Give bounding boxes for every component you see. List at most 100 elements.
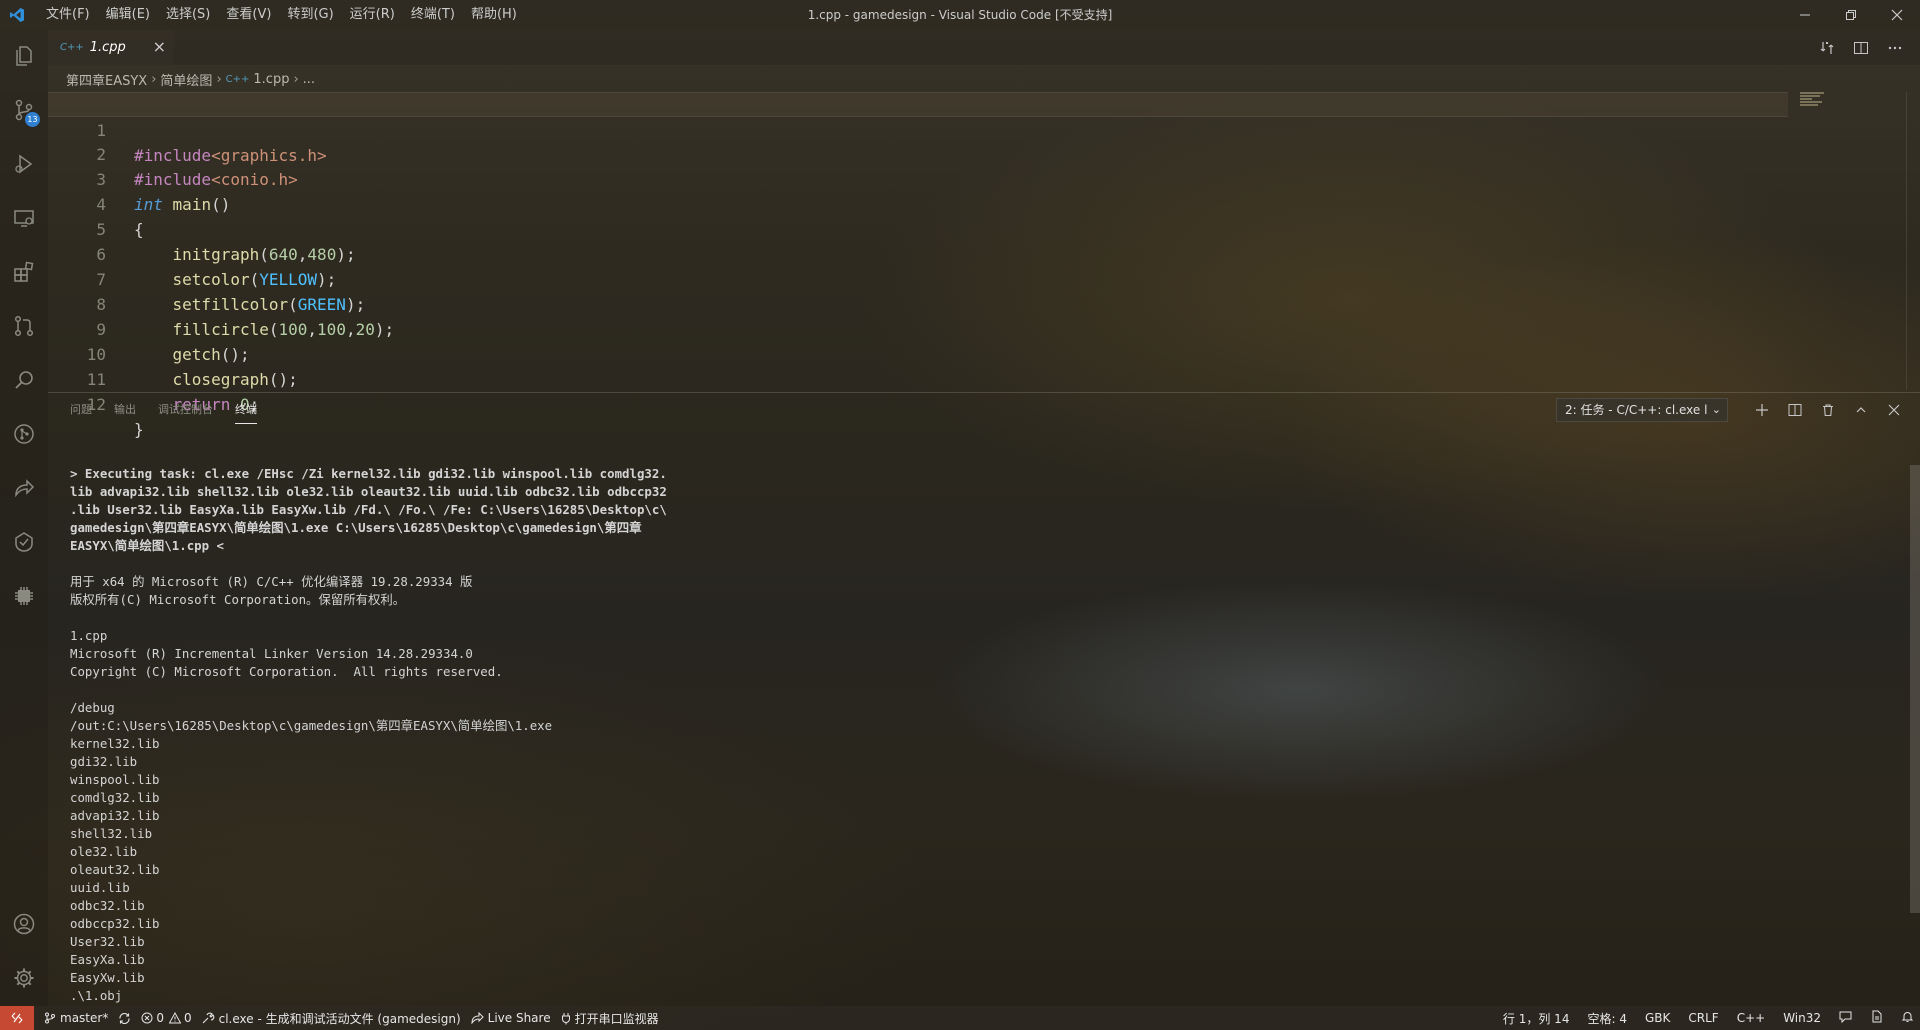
tab-output[interactable]: 输出	[114, 393, 136, 427]
code-line[interactable]: 11 return 0;	[48, 342, 1788, 414]
code-line[interactable]: 1 #include<graphics.h>	[48, 92, 1788, 165]
problems-status[interactable]: 0 0	[141, 1011, 192, 1025]
notifications-button[interactable]	[1901, 1010, 1914, 1026]
copy-status-button[interactable]	[1870, 1010, 1883, 1026]
terminal-line: > Executing task: cl.exe /EHsc /Zi kerne…	[70, 466, 667, 481]
terminal-line: winspool.lib	[70, 772, 160, 787]
code-line[interactable]: 9 getch();	[48, 292, 1788, 364]
code-line[interactable]: 3 int main()	[48, 142, 1788, 214]
extensions-button[interactable]	[0, 248, 48, 296]
encoding[interactable]: GBK	[1645, 1011, 1670, 1025]
pull-requests-button[interactable]	[0, 302, 48, 350]
platformio-button[interactable]	[0, 572, 48, 620]
menu-run[interactable]: 运行(R)	[342, 0, 403, 30]
code-line[interactable]: 6 setcolor(YELLOW);	[48, 217, 1788, 289]
chevron-right-icon: ›	[151, 71, 157, 87]
kill-terminal-button[interactable]	[1811, 397, 1844, 423]
split-editor-button[interactable]	[1844, 30, 1878, 65]
terminal-line: EasyXw.lib	[70, 970, 145, 985]
menu-file[interactable]: 文件(F)	[38, 0, 98, 30]
indentation[interactable]: 空格: 4	[1587, 1010, 1627, 1027]
branch-name: master*	[60, 1011, 109, 1025]
terminal-scrollbar[interactable]	[1910, 465, 1920, 913]
panel-tabs: 问题 输出 调试控制台 终端	[70, 393, 279, 427]
ellipsis-icon	[1888, 46, 1902, 49]
menu-selection[interactable]: 选择(S)	[158, 0, 218, 30]
terminal-line: User32.lib	[70, 934, 145, 949]
tools-icon	[202, 1012, 214, 1024]
code-line[interactable]: 2 #include<conio.h>	[48, 117, 1788, 189]
menu-edit[interactable]: 编辑(E)	[98, 0, 158, 30]
status-bar: master* 0 0 cl.exe - 生成和调试活动文件 (gamedesi…	[0, 1006, 1920, 1030]
remote-explorer-button[interactable]	[0, 194, 48, 242]
breadcrumb-folder-chapter[interactable]: 第四章EASYX	[66, 70, 147, 89]
language-mode[interactable]: C++	[1737, 1011, 1766, 1025]
more-actions-button[interactable]	[1878, 30, 1912, 65]
terminal-output[interactable]: > Executing task: cl.exe /EHsc /Zi kerne…	[70, 465, 770, 1005]
vscode-logo-icon[interactable]	[0, 0, 34, 30]
maximize-panel-button[interactable]	[1844, 397, 1877, 423]
tab-close-button[interactable]: ×	[153, 38, 166, 56]
branch-status[interactable]: master*	[44, 1011, 108, 1025]
menu-help[interactable]: 帮助(H)	[463, 0, 525, 30]
terminal-line: /debug	[70, 700, 115, 715]
error-icon	[141, 1012, 153, 1024]
cursor-position[interactable]: 行 1，列 14	[1503, 1010, 1570, 1027]
close-window-button[interactable]	[1874, 0, 1920, 30]
minimap[interactable]	[1800, 92, 1830, 112]
new-terminal-button[interactable]	[1745, 397, 1778, 423]
cpp-file-icon: C++	[225, 73, 250, 85]
code-line[interactable]: 10 closegraph();	[48, 317, 1788, 389]
minimize-icon	[1800, 14, 1810, 16]
editor-scrollbar[interactable]	[1906, 92, 1920, 390]
tab-debug-console[interactable]: 调试控制台	[158, 393, 213, 427]
code-line[interactable]: 5 initgraph(640,480);	[48, 192, 1788, 264]
tab-problems[interactable]: 问题	[70, 393, 92, 427]
menu-terminal[interactable]: 终端(T)	[403, 0, 463, 30]
explorer-button[interactable]	[0, 32, 48, 80]
panel-actions	[1745, 397, 1910, 423]
serial-monitor-status[interactable]: 打开串口监视器	[561, 1010, 659, 1027]
close-panel-button[interactable]	[1877, 397, 1910, 423]
sync-button[interactable]	[118, 1012, 131, 1025]
code-line[interactable]: 8 fillcircle(100,100,20);	[48, 267, 1788, 339]
code-editor[interactable]: 1 #include<graphics.h> 2 #include<conio.…	[48, 92, 1920, 439]
terminal-line: /out:C:\Users\16285\Desktop\c\gamedesign…	[70, 718, 553, 733]
search-button[interactable]	[0, 356, 48, 404]
minimize-button[interactable]	[1782, 0, 1828, 30]
source-control-button[interactable]: 13	[0, 86, 48, 134]
feedback-button[interactable]	[1839, 1010, 1852, 1026]
compare-changes-button[interactable]	[1810, 30, 1844, 65]
terminal-select-value: 2: 任务 - C/C++: cl.exe l	[1565, 403, 1708, 417]
menu-go[interactable]: 转到(G)	[279, 0, 341, 30]
terminal-select-dropdown[interactable]: 2: 任务 - C/C++: cl.exe l ⌄	[1556, 398, 1728, 422]
restore-icon	[1846, 10, 1856, 20]
tab-terminal[interactable]: 终端	[235, 397, 257, 424]
tab-1-cpp[interactable]: C++ 1.cpp ×	[48, 30, 174, 65]
run-debug-button[interactable]	[0, 140, 48, 188]
split-terminal-button[interactable]	[1778, 397, 1811, 423]
chevron-up-icon	[1856, 407, 1865, 413]
platform-config[interactable]: Win32	[1783, 1011, 1821, 1025]
menu-view[interactable]: 查看(V)	[218, 0, 279, 30]
code-line[interactable]: 7 setfillcolor(GREEN);	[48, 242, 1788, 314]
git-graph-button[interactable]	[0, 410, 48, 458]
status-bar-right: 行 1，列 14 空格: 4 GBK CRLF C++ Win32	[1485, 1006, 1914, 1030]
code-line[interactable]: 4 {	[48, 167, 1788, 239]
settings-button[interactable]	[0, 954, 48, 1002]
live-share-status[interactable]: Live Share	[471, 1011, 551, 1025]
remote-indicator-button[interactable]	[0, 1006, 34, 1030]
restore-button[interactable]	[1828, 0, 1874, 30]
breadcrumb-symbols[interactable]: ...	[303, 72, 315, 87]
accounts-button[interactable]	[0, 900, 48, 948]
testing-button[interactable]	[0, 518, 48, 566]
end-of-line[interactable]: CRLF	[1688, 1011, 1718, 1025]
breadcrumb-folder-drawing[interactable]: 简单绘图	[160, 70, 212, 89]
breadcrumb-file[interactable]: 1.cpp	[253, 72, 289, 87]
feedback-icon	[1839, 1011, 1852, 1024]
build-task-status[interactable]: cl.exe - 生成和调试活动文件 (gamedesign)	[202, 1010, 461, 1027]
activity-bar: 13	[0, 30, 48, 1006]
code-line[interactable]: 12 }	[48, 367, 1788, 439]
live-share-button[interactable]	[0, 464, 48, 512]
plug-icon	[561, 1012, 570, 1024]
